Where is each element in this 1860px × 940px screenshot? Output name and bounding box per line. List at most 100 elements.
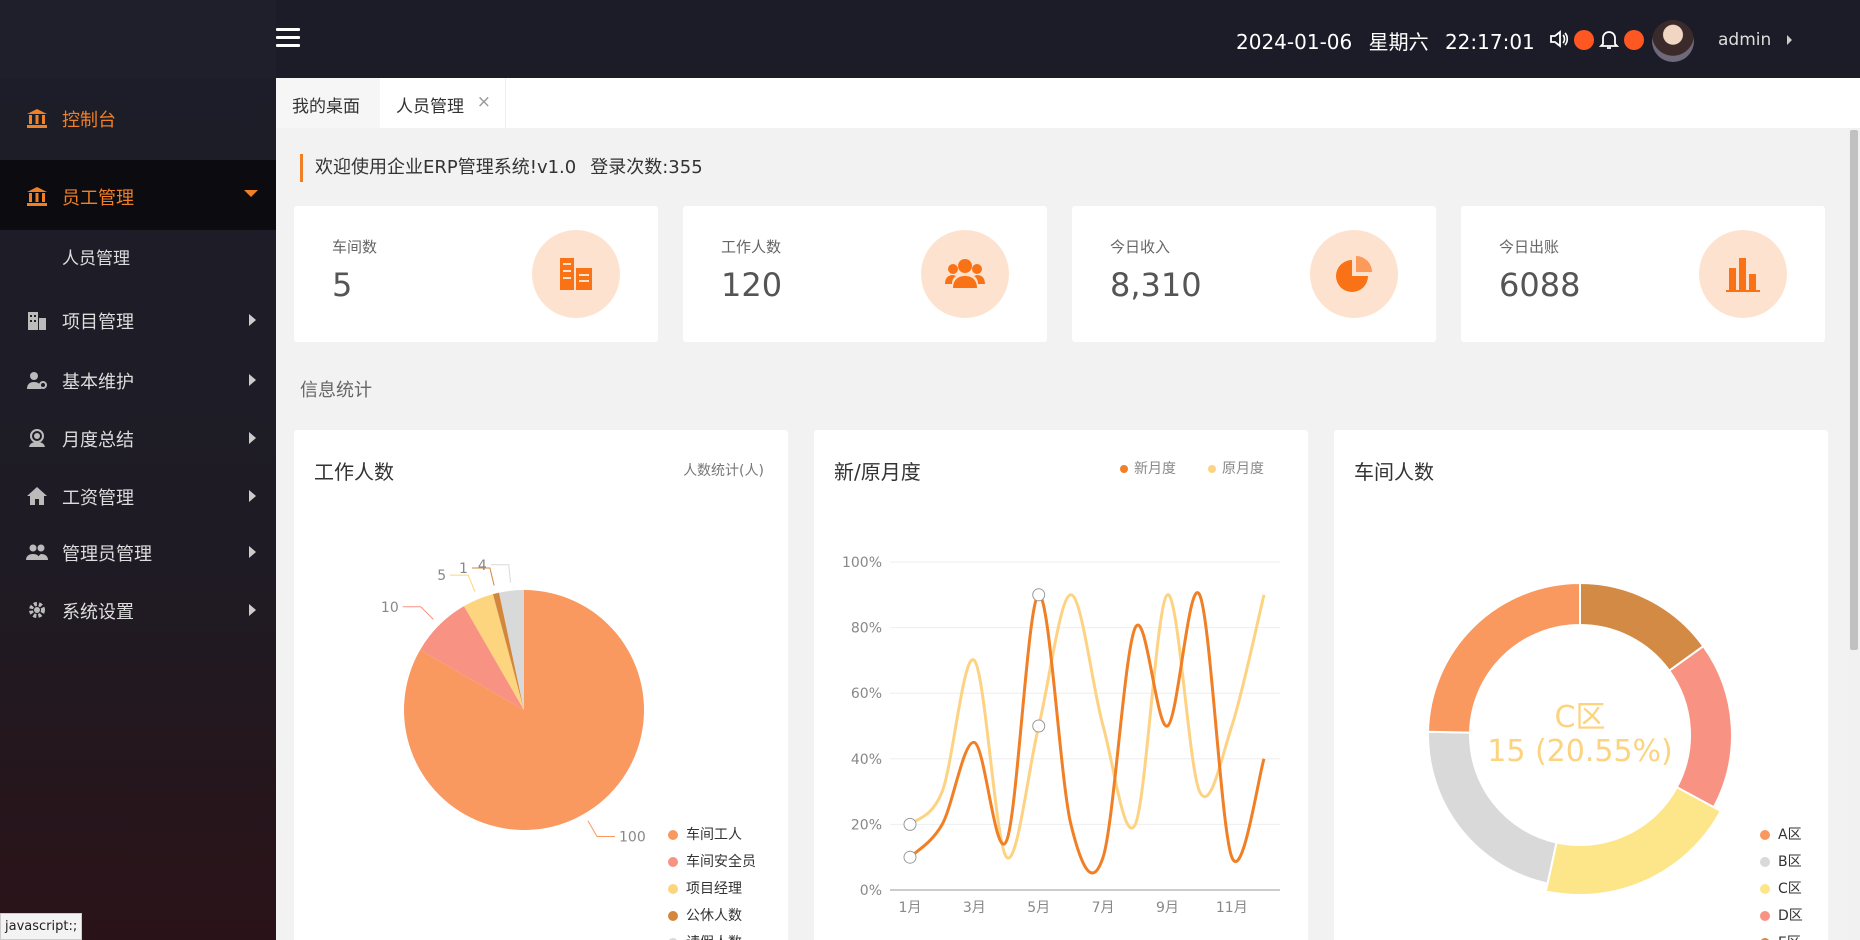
weekday-text: 星期六 xyxy=(1368,30,1429,54)
legend-item[interactable]: D区 xyxy=(1760,905,1803,925)
sidebar-item-projects[interactable]: 项目管理 xyxy=(0,292,276,348)
user-name[interactable]: admin xyxy=(1718,30,1771,50)
sidebar-item-label: 工资管理 xyxy=(62,488,134,509)
panel-workshop-donut: 车间人数 C区15 (20.55%) A区B区C区D区E区 xyxy=(1334,430,1828,940)
status-bar: javascript:; xyxy=(0,913,82,940)
chevron-right-icon xyxy=(249,314,256,326)
caret-right-icon[interactable] xyxy=(1787,35,1792,45)
y-tick-label: 80% xyxy=(851,621,882,637)
sidebar-item-settings[interactable]: 系统设置 xyxy=(0,582,276,638)
line-point[interactable] xyxy=(1032,719,1046,733)
sidebar-subitem-personnel[interactable]: 人员管理 xyxy=(0,230,276,280)
main-content: 欢迎使用企业ERP管理系统!v1.0 登录次数:355 车间数 5 工作人数 12… xyxy=(276,128,1860,940)
card-title: 今日出账 xyxy=(1499,238,1560,256)
y-tick-label: 20% xyxy=(851,817,882,833)
legend-item[interactable]: 车间安全员 xyxy=(668,851,756,871)
sidebar-item-label: 管理员管理 xyxy=(62,544,152,565)
card-value: 6088 xyxy=(1499,266,1581,304)
x-tick-label: 11月 xyxy=(1216,900,1248,916)
donut-slice[interactable] xyxy=(1579,581,1705,673)
bank-icon xyxy=(26,186,48,206)
stat-card-income: 今日收入 8,310 xyxy=(1072,206,1436,342)
card-title: 今日收入 xyxy=(1110,238,1171,256)
sidebar-item-console[interactable]: 控制台 xyxy=(0,90,276,146)
chevron-down-icon xyxy=(244,190,258,197)
tab-personnel[interactable]: 人员管理 × xyxy=(380,78,506,128)
card-title: 工作人数 xyxy=(721,238,782,256)
logo-area xyxy=(0,0,276,78)
datetime: 2024-01-06 星期六 22:17:01 xyxy=(1236,26,1545,55)
pie-label-line xyxy=(490,564,512,583)
date-text: 2024-01-06 xyxy=(1236,30,1353,54)
legend-item[interactable]: C区 xyxy=(1760,878,1802,898)
line-series[interactable] xyxy=(908,593,1266,860)
legend-item[interactable]: B区 xyxy=(1760,851,1802,871)
card-value: 120 xyxy=(721,266,783,304)
pie-data-label: 100 xyxy=(619,829,646,845)
top-bar: 2024-01-06 星期六 22:17:01 admin xyxy=(0,0,1860,78)
donut-center-value: 15 (20.55%) xyxy=(1487,734,1673,769)
legend-item[interactable]: 车间工人 xyxy=(668,824,742,844)
avatar[interactable] xyxy=(1652,20,1694,62)
x-tick-label: 7月 xyxy=(1092,900,1115,916)
bar-chart-icon xyxy=(1699,230,1787,318)
sidebar-item-label: 月度总结 xyxy=(62,430,134,451)
line-point[interactable] xyxy=(1032,588,1046,602)
sidebar-item-maintenance[interactable]: 基本维护 xyxy=(0,352,276,408)
y-tick-label: 100% xyxy=(842,555,882,571)
legend-item[interactable]: 请假人数 xyxy=(668,932,742,940)
sidebar-item-label: 控制台 xyxy=(62,110,116,131)
bell-icon[interactable] xyxy=(1598,28,1620,55)
sidebar-item-label: 员工管理 xyxy=(62,188,134,209)
sidebar-item-admins[interactable]: 管理员管理 xyxy=(0,524,276,580)
legend-item[interactable]: E区 xyxy=(1760,932,1801,940)
line-point[interactable] xyxy=(903,850,917,864)
welcome-text: 欢迎使用企业ERP管理系统!v1.0 xyxy=(315,157,577,178)
donut-slice[interactable] xyxy=(1544,785,1723,896)
close-icon[interactable]: × xyxy=(477,92,491,112)
sidebar-item-monthly[interactable]: 月度总结 xyxy=(0,410,276,466)
sidebar-item-salary[interactable]: 工资管理 xyxy=(0,468,276,524)
x-tick-label: 9月 xyxy=(1156,900,1179,916)
speaker-icon[interactable] xyxy=(1548,28,1570,55)
x-tick-label: 3月 xyxy=(963,900,986,916)
scrollbar-thumb[interactable] xyxy=(1850,130,1858,650)
pie-label-line xyxy=(587,820,615,837)
donut-center-name: C区 xyxy=(1555,700,1606,735)
sidebar: 控制台 员工管理 人员管理 项目管理 基本维护 月度总结 工资管理 管理员管理 … xyxy=(0,78,276,940)
user-gear-icon xyxy=(26,370,48,390)
legend-item[interactable]: 公休人数 xyxy=(668,905,742,925)
x-tick-label: 1月 xyxy=(899,900,922,916)
pie-label-line xyxy=(450,574,476,592)
panel-monthly-line: 新/原月度 新月度 原月度 0% 20% 40% 60% 80% 100% 1月 3月 5月 7月 9… xyxy=(814,430,1308,940)
menu-icon[interactable] xyxy=(276,28,300,48)
donut-slice[interactable] xyxy=(1667,644,1733,809)
bell-badge xyxy=(1624,30,1644,50)
sidebar-item-staff[interactable]: 员工管理 xyxy=(0,160,276,230)
panel-workers-pie: 工作人数 人数统计(人) 10010514 车间工人车间安全员项目经理公休人数请… xyxy=(294,430,788,940)
y-tick-label: 0% xyxy=(860,883,882,899)
users-icon xyxy=(921,230,1009,318)
card-value: 8,310 xyxy=(1110,266,1202,304)
line-chart: 0% 20% 40% 60% 80% 100% 1月 3月 5月 7月 9月 11月 xyxy=(842,555,1280,916)
chevron-right-icon xyxy=(249,604,256,616)
line-series[interactable] xyxy=(908,591,1266,875)
card-value: 5 xyxy=(332,266,353,304)
pie-data-label: 5 xyxy=(437,568,446,584)
gear-icon xyxy=(26,600,48,620)
support-icon xyxy=(26,428,48,448)
welcome-banner: 欢迎使用企业ERP管理系统!v1.0 登录次数:355 xyxy=(300,154,703,182)
sidebar-item-label: 系统设置 xyxy=(62,602,134,623)
stat-card-workshops: 车间数 5 xyxy=(294,206,658,342)
y-tick-label: 40% xyxy=(851,752,882,768)
pie-data-label: 10 xyxy=(381,600,399,616)
legend-item[interactable]: 项目经理 xyxy=(668,878,742,898)
pie-label-line xyxy=(402,606,434,620)
line-point[interactable] xyxy=(903,817,917,831)
x-tick-label: 5月 xyxy=(1027,900,1050,916)
users-icon xyxy=(26,542,48,562)
page-scrollbar[interactable] xyxy=(1848,128,1860,940)
tab-desktop[interactable]: 我的桌面 xyxy=(276,78,380,128)
section-title: 信息统计 xyxy=(300,380,372,401)
legend-item[interactable]: A区 xyxy=(1760,824,1802,844)
